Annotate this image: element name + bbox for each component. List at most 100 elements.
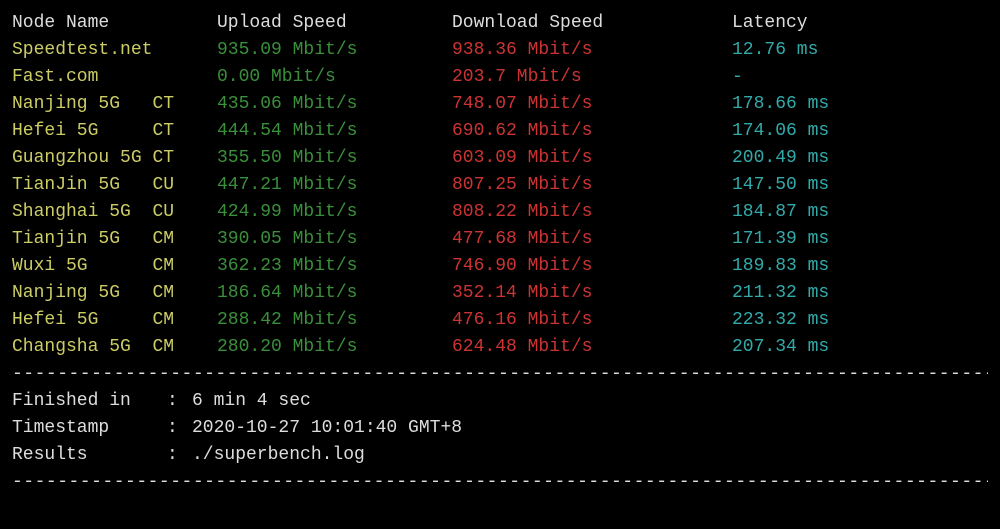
table-row: Tianjin 5G CM390.05 Mbit/s477.68 Mbit/s1… — [12, 226, 988, 253]
node-cell: TianJin 5G CU — [12, 172, 217, 199]
footer-results-label: Results — [12, 442, 167, 469]
node-carrier: CM — [152, 229, 174, 249]
table-row: Shanghai 5G CU424.99 Mbit/s808.22 Mbit/s… — [12, 199, 988, 226]
node-cell: Fast.com — [12, 64, 217, 91]
latency-cell: 178.66 ms — [732, 91, 988, 118]
footer-sep: : — [167, 415, 192, 442]
node-carrier: CM — [152, 310, 174, 330]
footer-finished-value: 6 min 4 sec — [192, 388, 311, 415]
download-cell: 807.25 Mbit/s — [452, 172, 732, 199]
upload-cell: 424.99 Mbit/s — [217, 199, 452, 226]
node-cell: Hefei 5G CM — [12, 307, 217, 334]
latency-cell: 12.76 ms — [732, 37, 988, 64]
download-cell: 748.07 Mbit/s — [452, 91, 732, 118]
node-name: Wuxi 5G — [12, 256, 152, 276]
node-cell: Changsha 5G CM — [12, 334, 217, 361]
footer-timestamp-value: 2020-10-27 10:01:40 GMT+8 — [192, 415, 462, 442]
separator-line: ----------------------------------------… — [12, 361, 988, 388]
node-carrier: CT — [152, 148, 174, 168]
download-cell: 477.68 Mbit/s — [452, 226, 732, 253]
latency-cell: 223.32 ms — [732, 307, 988, 334]
node-name: Speedtest.net — [12, 40, 152, 60]
node-carrier: CU — [152, 202, 174, 222]
node-cell: Wuxi 5G CM — [12, 253, 217, 280]
table-row: TianJin 5G CU447.21 Mbit/s807.25 Mbit/s1… — [12, 172, 988, 199]
download-cell: 808.22 Mbit/s — [452, 199, 732, 226]
footer-results: Results : ./superbench.log — [12, 442, 988, 469]
node-cell: Nanjing 5G CT — [12, 91, 217, 118]
header-upload: Upload Speed — [217, 10, 452, 37]
table-row: Nanjing 5G CT435.06 Mbit/s748.07 Mbit/s1… — [12, 91, 988, 118]
node-carrier: CU — [152, 175, 174, 195]
latency-cell: 189.83 ms — [732, 253, 988, 280]
latency-cell: - — [732, 64, 988, 91]
header-download: Download Speed — [452, 10, 732, 37]
node-carrier: CT — [152, 94, 174, 114]
footer-finished-label: Finished in — [12, 388, 167, 415]
upload-cell: 362.23 Mbit/s — [217, 253, 452, 280]
table-row: Speedtest.net 935.09 Mbit/s938.36 Mbit/s1… — [12, 37, 988, 64]
table-row: Changsha 5G CM280.20 Mbit/s624.48 Mbit/s… — [12, 334, 988, 361]
download-cell: 203.7 Mbit/s — [452, 64, 732, 91]
download-cell: 476.16 Mbit/s — [452, 307, 732, 334]
footer-timestamp-label: Timestamp — [12, 415, 167, 442]
node-name: Changsha 5G — [12, 337, 152, 357]
node-cell: Shanghai 5G CU — [12, 199, 217, 226]
footer-sep: : — [167, 388, 192, 415]
node-name: Nanjing 5G — [12, 94, 152, 114]
download-cell: 603.09 Mbit/s — [452, 145, 732, 172]
latency-cell: 174.06 ms — [732, 118, 988, 145]
upload-cell: 447.21 Mbit/s — [217, 172, 452, 199]
node-carrier: CM — [152, 283, 174, 303]
node-name: Guangzhou 5G — [12, 148, 152, 168]
table-header-row: Node Name Upload Speed Download Speed La… — [12, 10, 988, 37]
node-cell: Speedtest.net — [12, 37, 217, 64]
separator-line-bottom: ----------------------------------------… — [12, 469, 988, 496]
upload-cell: 390.05 Mbit/s — [217, 226, 452, 253]
table-row: Wuxi 5G CM362.23 Mbit/s746.90 Mbit/s189.… — [12, 253, 988, 280]
node-carrier: CT — [152, 121, 174, 141]
download-cell: 690.62 Mbit/s — [452, 118, 732, 145]
download-cell: 746.90 Mbit/s — [452, 253, 732, 280]
node-name: Nanjing 5G — [12, 283, 152, 303]
latency-cell: 211.32 ms — [732, 280, 988, 307]
table-row: Nanjing 5G CM186.64 Mbit/s352.14 Mbit/s2… — [12, 280, 988, 307]
node-name: Hefei 5G — [12, 310, 152, 330]
node-name: TianJin 5G — [12, 175, 152, 195]
download-cell: 938.36 Mbit/s — [452, 37, 732, 64]
header-node: Node Name — [12, 10, 217, 37]
latency-cell: 184.87 ms — [732, 199, 988, 226]
table-row: Fast.com 0.00 Mbit/s203.7 Mbit/s- — [12, 64, 988, 91]
table-row: Hefei 5G CM288.42 Mbit/s476.16 Mbit/s223… — [12, 307, 988, 334]
node-name: Tianjin 5G — [12, 229, 152, 249]
latency-cell: 171.39 ms — [732, 226, 988, 253]
header-latency: Latency — [732, 10, 988, 37]
node-cell: Nanjing 5G CM — [12, 280, 217, 307]
latency-cell: 207.34 ms — [732, 334, 988, 361]
node-carrier: CM — [152, 256, 174, 276]
node-cell: Tianjin 5G CM — [12, 226, 217, 253]
latency-cell: 200.49 ms — [732, 145, 988, 172]
upload-cell: 444.54 Mbit/s — [217, 118, 452, 145]
table-row: Hefei 5G CT444.54 Mbit/s690.62 Mbit/s174… — [12, 118, 988, 145]
footer-sep: : — [167, 442, 192, 469]
upload-cell: 288.42 Mbit/s — [217, 307, 452, 334]
node-name: Shanghai 5G — [12, 202, 152, 222]
download-cell: 624.48 Mbit/s — [452, 334, 732, 361]
upload-cell: 186.64 Mbit/s — [217, 280, 452, 307]
footer-timestamp: Timestamp : 2020-10-27 10:01:40 GMT+8 — [12, 415, 988, 442]
upload-cell: 435.06 Mbit/s — [217, 91, 452, 118]
download-cell: 352.14 Mbit/s — [452, 280, 732, 307]
table-row: Guangzhou 5G CT355.50 Mbit/s603.09 Mbit/… — [12, 145, 988, 172]
upload-cell: 280.20 Mbit/s — [217, 334, 452, 361]
node-cell: Guangzhou 5G CT — [12, 145, 217, 172]
node-carrier: CM — [152, 337, 174, 357]
upload-cell: 0.00 Mbit/s — [217, 64, 452, 91]
latency-cell: 147.50 ms — [732, 172, 988, 199]
node-name: Fast.com — [12, 67, 152, 87]
upload-cell: 355.50 Mbit/s — [217, 145, 452, 172]
footer-finished: Finished in : 6 min 4 sec — [12, 388, 988, 415]
node-cell: Hefei 5G CT — [12, 118, 217, 145]
footer-results-value: ./superbench.log — [192, 442, 365, 469]
upload-cell: 935.09 Mbit/s — [217, 37, 452, 64]
